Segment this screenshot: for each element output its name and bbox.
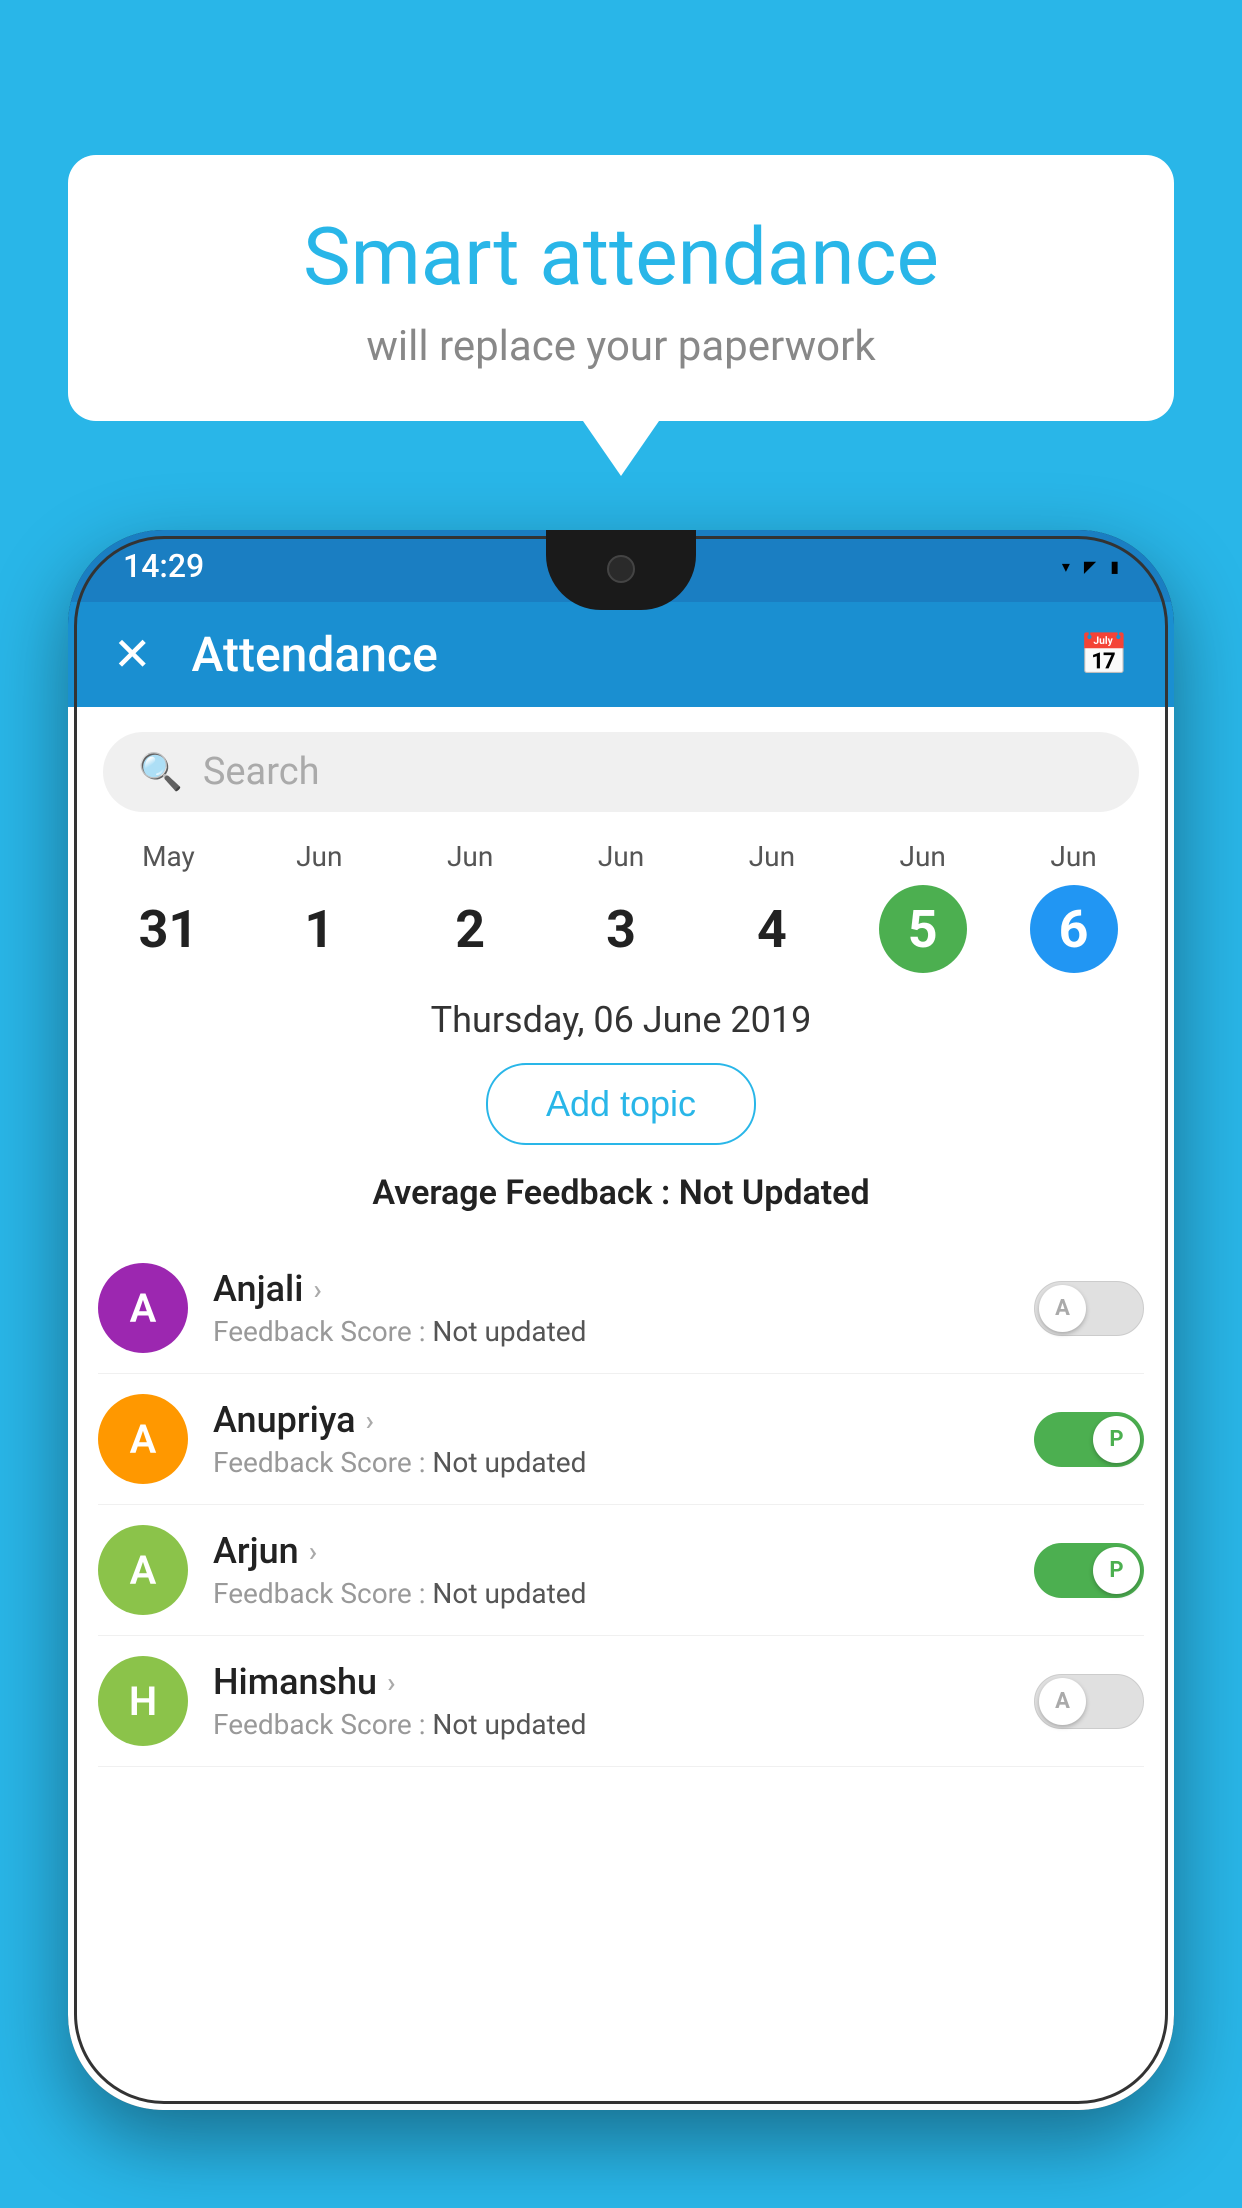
calendar-date-number: 4 [728, 885, 816, 973]
attendance-toggle[interactable]: P [1034, 1543, 1144, 1598]
speech-bubble: Smart attendance will replace your paper… [68, 155, 1174, 421]
front-camera [607, 555, 635, 583]
feedback-value: Not updated [432, 1708, 586, 1741]
phone-wrapper: 14:29 ▾ ◤ ▮ ✕ Attendance 📅 🔍 Search May 3… [68, 530, 1174, 2208]
calendar-button[interactable]: 📅 [1079, 631, 1129, 678]
student-avatar: A [98, 1525, 188, 1615]
speech-bubble-wrapper: Smart attendance will replace your paper… [68, 155, 1174, 476]
student-info: Himanshu › Feedback Score : Not updated [213, 1661, 1009, 1741]
student-item: H Himanshu › Feedback Score : Not updated A [98, 1636, 1144, 1767]
hero-subtitle: will replace your paperwork [128, 322, 1114, 371]
calendar-strip: May 31 Jun 1 Jun 2 Jun 3 Jun 4 Jun 5 Jun 6 [68, 830, 1174, 991]
calendar-month-label: Jun [749, 840, 795, 873]
feedback-value: Not updated [432, 1446, 586, 1479]
student-name[interactable]: Himanshu › [213, 1661, 1009, 1703]
calendar-month-label: Jun [1050, 840, 1096, 873]
chevron-right-icon: › [387, 1666, 395, 1699]
toggle-knob: P [1093, 1547, 1140, 1594]
feedback-value: Not updated [432, 1577, 586, 1610]
avg-feedback-value: Not Updated [679, 1173, 870, 1213]
calendar-date-number: 1 [275, 885, 363, 973]
student-feedback: Feedback Score : Not updated [213, 1315, 1009, 1348]
student-item: A Anjali › Feedback Score : Not updated A [98, 1243, 1144, 1374]
calendar-day-1[interactable]: Jun 1 [244, 840, 395, 973]
battery-icon: ▮ [1110, 557, 1119, 576]
calendar-day-0[interactable]: May 31 [93, 840, 244, 973]
calendar-day-2[interactable]: Jun 2 [395, 840, 546, 973]
toggle-knob: P [1093, 1416, 1140, 1463]
toggle-knob: A [1039, 1285, 1086, 1332]
student-item: A Anupriya › Feedback Score : Not updated P [98, 1374, 1144, 1505]
speech-bubble-tail [583, 421, 659, 476]
calendar-day-4[interactable]: Jun 4 [696, 840, 847, 973]
calendar-date-number: 3 [577, 885, 665, 973]
calendar-date-number: 5 [879, 885, 967, 973]
toggle-knob: A [1039, 1678, 1086, 1725]
calendar-month-label: Jun [296, 840, 342, 873]
attendance-toggle[interactable]: A [1034, 1281, 1144, 1336]
wifi-icon: ▾ [1062, 557, 1070, 576]
calendar-month-label: Jun [447, 840, 493, 873]
student-item: A Arjun › Feedback Score : Not updated P [98, 1505, 1144, 1636]
search-bar[interactable]: 🔍 Search [103, 732, 1139, 812]
hero-title: Smart attendance [128, 210, 1114, 304]
status-icons: ▾ ◤ ▮ [1062, 557, 1119, 576]
calendar-month-label: May [142, 840, 195, 873]
feedback-value: Not updated [432, 1315, 586, 1348]
chevron-right-icon: › [366, 1404, 374, 1437]
student-avatar: A [98, 1263, 188, 1353]
student-feedback: Feedback Score : Not updated [213, 1577, 1009, 1610]
search-icon: 🔍 [138, 751, 183, 793]
student-feedback: Feedback Score : Not updated [213, 1446, 1009, 1479]
signal-icon: ◤ [1084, 557, 1096, 576]
student-avatar: A [98, 1394, 188, 1484]
app-bar: ✕ Attendance 📅 [68, 602, 1174, 707]
student-info: Anjali › Feedback Score : Not updated [213, 1268, 1009, 1348]
attendance-toggle[interactable]: A [1034, 1674, 1144, 1729]
calendar-day-5[interactable]: Jun 5 [847, 840, 998, 973]
student-info: Anupriya › Feedback Score : Not updated [213, 1399, 1009, 1479]
calendar-month-label: Jun [598, 840, 644, 873]
chevron-right-icon: › [309, 1535, 317, 1568]
student-info: Arjun › Feedback Score : Not updated [213, 1530, 1009, 1610]
attendance-toggle[interactable]: P [1034, 1412, 1144, 1467]
calendar-day-3[interactable]: Jun 3 [546, 840, 697, 973]
chevron-right-icon: › [313, 1273, 321, 1306]
student-name[interactable]: Anupriya › [213, 1399, 1009, 1441]
close-button[interactable]: ✕ [113, 632, 152, 678]
calendar-date-number: 6 [1030, 885, 1118, 973]
calendar-day-6[interactable]: Jun 6 [998, 840, 1149, 973]
student-name[interactable]: Arjun › [213, 1530, 1009, 1572]
phone-screen: 🔍 Search May 31 Jun 1 Jun 2 Jun 3 Jun 4 Jun 5 Jun 6 T… [68, 707, 1174, 2110]
phone-notch [546, 530, 696, 610]
status-time: 14:29 [123, 547, 204, 585]
app-bar-title: Attendance [192, 626, 1080, 683]
add-topic-button[interactable]: Add topic [486, 1063, 756, 1145]
search-placeholder: Search [203, 750, 320, 794]
student-feedback: Feedback Score : Not updated [213, 1708, 1009, 1741]
calendar-date-number: 31 [124, 885, 212, 973]
student-name[interactable]: Anjali › [213, 1268, 1009, 1310]
average-feedback: Average Feedback : Not Updated [68, 1173, 1174, 1213]
selected-date: Thursday, 06 June 2019 [68, 999, 1174, 1041]
phone-frame: 14:29 ▾ ◤ ▮ ✕ Attendance 📅 🔍 Search May 3… [68, 530, 1174, 2110]
student-list: AAnjali ›Feedback Score : Not updatedAAA… [68, 1243, 1174, 1767]
student-avatar: H [98, 1656, 188, 1746]
calendar-month-label: Jun [900, 840, 946, 873]
calendar-date-number: 2 [426, 885, 514, 973]
avg-feedback-label: Average Feedback : [372, 1173, 678, 1213]
